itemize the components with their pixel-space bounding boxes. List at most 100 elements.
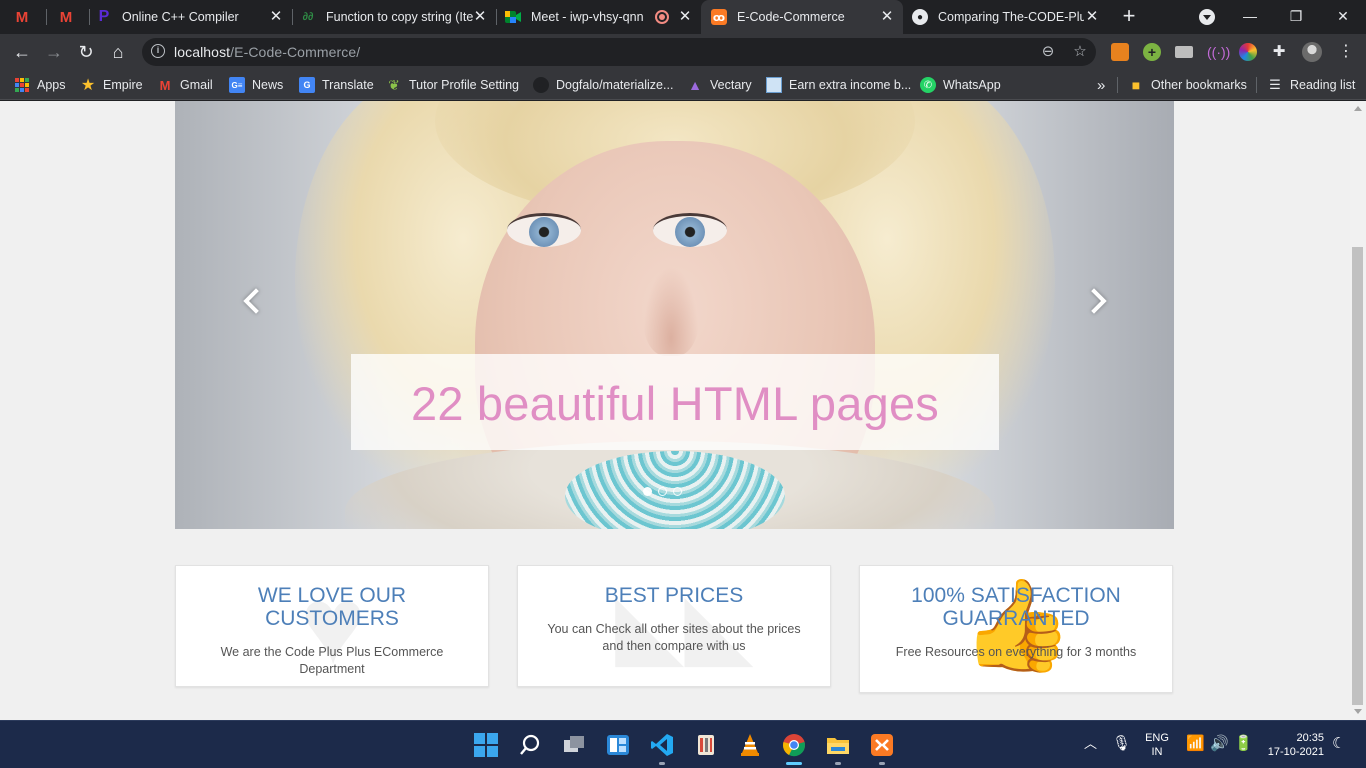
close-icon[interactable]: ✕ <box>1084 9 1100 25</box>
wave-extension-icon[interactable]: ((·)) <box>1207 43 1230 61</box>
browser-toolbar: ← → ↻ ⌂ i localhost/E-Code-Commerce/ ⊖ ☆… <box>0 34 1366 70</box>
close-icon[interactable]: ✕ <box>677 9 693 25</box>
tab-title: Function to copy string (Ite <box>326 10 474 24</box>
tab-gmail-1[interactable]: M <box>14 0 44 34</box>
minimize-button[interactable]: ― <box>1227 0 1273 34</box>
add-extension-icon[interactable]: + <box>1143 43 1161 61</box>
notepad-app-icon[interactable] <box>694 733 718 757</box>
tab-google-meet[interactable]: Meet - iwp-vhsy-qnn ✕ <box>505 0 701 34</box>
battery-icon[interactable]: 🔋 <box>1234 734 1253 754</box>
carousel-indicators <box>643 487 682 496</box>
clock-time: 20:35 <box>1296 732 1324 744</box>
profile-avatar[interactable] <box>1302 42 1322 62</box>
wifi-icon[interactable]: 📶 <box>1186 734 1205 754</box>
carousel-prev-chevron-icon[interactable] <box>237 286 267 316</box>
github-icon: ● <box>533 77 549 93</box>
bookmark-apps[interactable]: Apps <box>14 75 66 95</box>
file-explorer-icon[interactable] <box>826 733 850 757</box>
web-page: 22 beautiful HTML pages ♥ WE LOVE OUR CU… <box>0 101 1350 720</box>
restore-button[interactable]: ❐ <box>1273 0 1319 34</box>
feature-text: You can Check all other sites about the … <box>547 622 801 653</box>
close-window-button[interactable]: ✕ <box>1320 0 1366 34</box>
microphone-icon[interactable]: 🎙 <box>1112 734 1131 754</box>
bookmark-dogfalo-materialize[interactable]: ● Dogfalo/materialize... <box>533 75 673 95</box>
chrome-icon[interactable] <box>782 733 806 757</box>
feature-text: Free Resources on everything for 3 month… <box>895 645 1137 659</box>
bookmark-label: WhatsApp <box>943 78 1001 92</box>
bookmark-translate[interactable]: G Translate <box>299 75 374 95</box>
tab-gmail-2[interactable]: M <box>52 0 88 34</box>
bookmark-earn-extra-income[interactable]: Earn extra income b... <box>766 75 911 95</box>
hero-carousel: 22 beautiful HTML pages <box>175 101 1174 529</box>
site-info-icon[interactable]: i <box>151 44 165 58</box>
bookmarks-bar: Apps ★ Empire M Gmail G≡ News G Translat… <box>0 70 1366 100</box>
bookmark-news[interactable]: G≡ News <box>229 75 283 95</box>
google-news-icon: G≡ <box>229 77 245 93</box>
tab-title: Online C++ Compiler <box>122 10 239 24</box>
bookmark-vectary[interactable]: ▲ Vectary <box>687 75 752 95</box>
running-indicator <box>879 762 885 765</box>
task-view-icon[interactable] <box>562 733 586 757</box>
address-url[interactable]: localhost/E-Code-Commerce/ <box>174 44 360 60</box>
vectary-icon: ▲ <box>688 77 702 93</box>
forward-button[interactable]: → <box>42 41 66 63</box>
scroll-up-arrow-icon[interactable] <box>1354 106 1362 111</box>
running-indicator <box>659 762 665 765</box>
input-language-indicator[interactable]: ENG IN <box>1140 731 1174 759</box>
menu-kebab-icon[interactable]: ⋮ <box>1338 42 1354 62</box>
close-icon[interactable]: ✕ <box>268 9 284 25</box>
page-scrollbar[interactable] <box>1350 101 1366 720</box>
home-button[interactable]: ⌂ <box>106 41 130 63</box>
widgets-icon[interactable] <box>606 733 630 757</box>
volume-icon[interactable]: 🔊 <box>1210 734 1229 754</box>
back-button[interactable]: ← <box>10 41 34 63</box>
zoom-icon[interactable]: ⊖ <box>1038 42 1058 62</box>
extension-bar-icon[interactable] <box>1175 46 1193 58</box>
clock[interactable]: 20:35 17-10-2021 <box>1262 731 1324 759</box>
metamask-extension-icon[interactable] <box>1111 43 1129 61</box>
search-icon[interactable] <box>518 733 542 757</box>
color-extension-icon[interactable] <box>1239 43 1257 61</box>
scroll-down-arrow-icon[interactable] <box>1354 709 1362 714</box>
other-bookmarks-label: Other bookmarks <box>1151 78 1247 92</box>
scrollbar-thumb[interactable] <box>1352 247 1363 705</box>
vscode-icon[interactable] <box>650 733 674 757</box>
other-bookmarks-folder[interactable]: ■ Other bookmarks <box>1128 75 1247 95</box>
close-icon[interactable]: ✕ <box>472 9 488 25</box>
tab-function-to-copy-string[interactable]: ∂∂ Function to copy string (Ite ✕ <box>300 0 496 34</box>
carousel-indicator[interactable] <box>658 487 667 496</box>
extensions-puzzle-icon[interactable]: ✚ <box>1270 43 1288 61</box>
programiz-icon: P <box>98 8 110 25</box>
bookmark-whatsapp[interactable]: ✆ WhatsApp <box>920 75 1001 95</box>
carousel-indicator[interactable] <box>643 487 652 496</box>
feature-title: BEST PRICES <box>604 584 744 607</box>
xampp-icon: ꝏ <box>711 9 727 25</box>
bookmark-empire[interactable]: ★ Empire <box>80 75 143 95</box>
tab-e-code-commerce[interactable]: ꝏ E-Code-Commerce ✕ <box>701 0 903 34</box>
bookmark-gmail[interactable]: M Gmail <box>157 75 213 95</box>
tab-comparing-the-code-plus[interactable]: ● Comparing The-CODE-Plu ✕ <box>912 0 1108 34</box>
bookmarks-overflow-button[interactable]: » <box>1097 75 1105 95</box>
carousel-indicator[interactable] <box>673 487 682 496</box>
tab-search-button[interactable] <box>1199 9 1215 25</box>
new-tab-button[interactable]: + <box>1118 5 1140 28</box>
reading-list-button[interactable]: ☰ Reading list <box>1267 75 1355 95</box>
region-code: IN <box>1151 746 1163 758</box>
vlc-icon[interactable] <box>738 733 762 757</box>
carousel-next-chevron-icon[interactable] <box>1081 286 1111 316</box>
show-hidden-icons-chevron-icon[interactable]: ︿ <box>1084 734 1097 754</box>
reload-button[interactable]: ↻ <box>74 41 98 63</box>
tab-online-cpp-compiler[interactable]: P Online C++ Compiler ✕ <box>96 0 292 34</box>
start-windows-icon[interactable] <box>474 733 498 757</box>
apps-grid-icon <box>14 77 30 93</box>
close-icon[interactable]: ✕ <box>879 9 895 25</box>
bookmark-tutor-profile-setting[interactable]: ❦ Tutor Profile Setting <box>386 75 519 95</box>
address-bar[interactable]: i localhost/E-Code-Commerce/ ⊖ ☆ <box>142 38 1096 66</box>
feature-title: 100% SATISFACTION GUARRANTED <box>911 584 1121 630</box>
notifications-moon-icon[interactable]: ☾ <box>1332 734 1345 754</box>
xampp-icon[interactable] <box>870 733 894 757</box>
bookmark-label: Vectary <box>710 78 752 92</box>
bookmark-star-icon[interactable]: ☆ <box>1070 42 1090 62</box>
feature-title: WE LOVE OUR CUSTOMERS <box>257 584 407 630</box>
star-icon: ★ <box>80 77 96 94</box>
